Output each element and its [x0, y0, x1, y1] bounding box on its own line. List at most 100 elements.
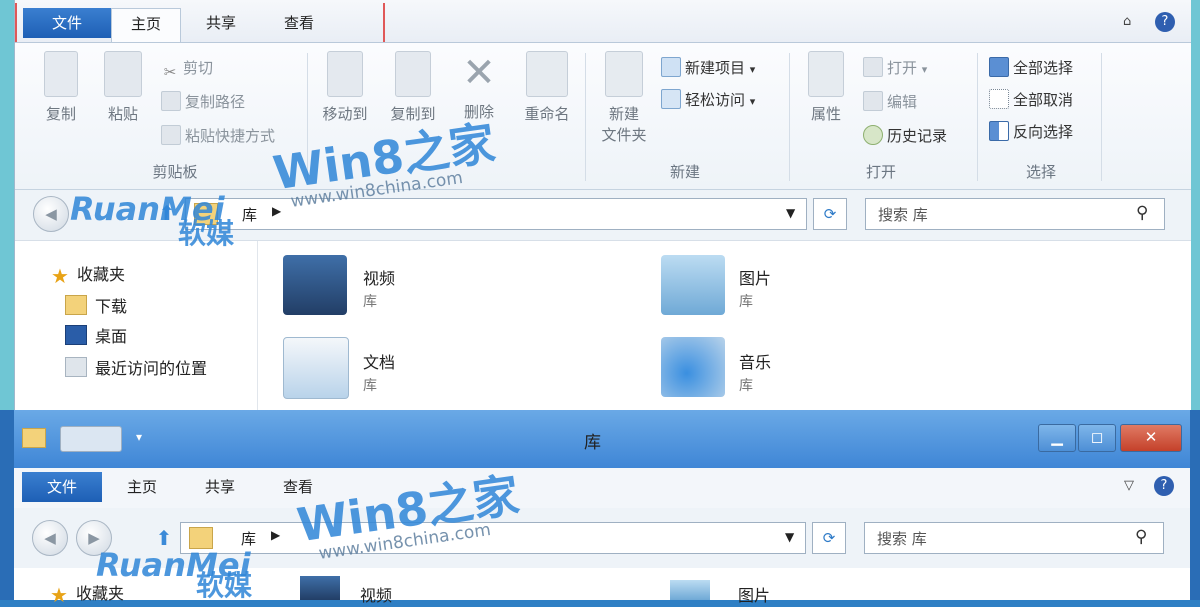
copy-to-button[interactable]: 复制到	[383, 51, 443, 124]
address-bar[interactable]: 库 ▶ ▼	[180, 522, 806, 554]
easy-access-button[interactable]: 轻松访问 ▾	[661, 89, 755, 110]
move-to-icon	[327, 51, 363, 97]
select-none-icon	[989, 89, 1009, 109]
back-button[interactable]: ◀	[32, 520, 68, 556]
explorer-folder-icon	[22, 428, 46, 448]
nav-item-desktop[interactable]: 桌面	[65, 323, 127, 347]
forward-button[interactable]: ▶	[76, 520, 112, 556]
search-placeholder: 搜索 库	[877, 530, 927, 548]
address-dropdown-icon[interactable]: ▼	[785, 530, 794, 544]
nav-item-favorites[interactable]: ★ 收藏夹	[51, 261, 125, 288]
paste-button[interactable]: 粘贴	[99, 51, 147, 124]
search-icon[interactable]: ⚲	[1135, 527, 1147, 547]
refresh-icon: ⟳	[823, 205, 837, 223]
easy-access-icon	[661, 89, 681, 109]
minimize-button[interactable]: ▁	[1038, 424, 1076, 452]
new-folder-icon	[605, 51, 643, 97]
video-library-icon	[300, 576, 340, 600]
select-none-button[interactable]: 全部取消	[989, 89, 1073, 110]
edit-button[interactable]: 编辑	[863, 91, 917, 112]
group-separator	[977, 53, 978, 181]
new-item-button[interactable]: 新建项目 ▾	[661, 57, 755, 78]
invert-selection-icon	[989, 121, 1009, 141]
video-library-icon	[283, 255, 347, 315]
maximize-button[interactable]: ◻	[1078, 424, 1116, 452]
back-button[interactable]: ◀	[33, 196, 69, 232]
ribbon-home: 复制 粘贴 ✂ 剪切 复制路径 粘贴快捷方式 剪贴板 移动到 复制到 ✕ 删除 …	[15, 42, 1191, 190]
tab-home[interactable]: 主页	[106, 472, 178, 502]
copy-button[interactable]: 复制	[37, 51, 85, 124]
address-dropdown-icon[interactable]: ▼	[786, 206, 795, 220]
picture-library-icon	[661, 255, 725, 315]
library-folder-icon	[194, 203, 218, 225]
close-icon: ✕	[1144, 428, 1158, 446]
library-item-videos[interactable]: 视频	[360, 582, 392, 606]
copy-icon	[44, 51, 78, 97]
minimize-ribbon-icon[interactable]: ⌂	[1123, 14, 1139, 30]
tab-file[interactable]: 文件	[22, 472, 102, 502]
up-arrow-icon[interactable]: ⬆	[153, 194, 181, 232]
star-icon: ★	[50, 583, 68, 607]
paste-icon	[104, 51, 142, 97]
invert-selection-button[interactable]: 反向选择	[989, 121, 1073, 142]
breadcrumb-library[interactable]: 库	[242, 204, 257, 225]
expand-ribbon-icon[interactable]: ▽	[1124, 478, 1134, 493]
library-folder-icon	[189, 527, 213, 549]
back-arrow-icon: ◀	[45, 205, 57, 223]
history-button[interactable]: 历史记录	[863, 125, 947, 146]
properties-icon	[808, 51, 844, 97]
nav-item-recent-places[interactable]: 最近访问的位置	[65, 355, 207, 379]
search-box[interactable]: 搜索 库 ⚲	[865, 198, 1165, 230]
move-to-button[interactable]: 移动到	[315, 51, 375, 124]
search-icon[interactable]: ⚲	[1136, 203, 1148, 223]
address-bar[interactable]: 库 ▶ ▼	[185, 198, 807, 230]
up-arrow-icon[interactable]: ⬆	[150, 520, 178, 556]
navigation-bar: ◀ ⬆ 库 ▶ ▼ ⟳ 搜索 库 ⚲	[15, 190, 1191, 240]
ribbon-tab-bar: 文件 主页 共享 查看 ⌂ ?	[15, 0, 1191, 87]
rename-icon	[526, 51, 568, 97]
copy-to-icon	[395, 51, 431, 97]
new-folder-button[interactable]: 新建 文件夹	[593, 51, 655, 145]
top-window-frame: 文件 主页 共享 查看 ⌂ ? 复制 粘贴 ✂ 剪切 复制路径 粘贴快捷方式 剪…	[14, 0, 1191, 410]
search-box[interactable]: 搜索 库 ⚲	[864, 522, 1164, 554]
tab-view[interactable]: 查看	[262, 472, 334, 502]
scissors-icon: ✂	[163, 63, 177, 81]
edit-icon	[863, 91, 883, 111]
refresh-button[interactable]: ⟳	[813, 198, 847, 230]
copy-path-button[interactable]: 复制路径	[161, 91, 245, 112]
desktop-icon	[65, 325, 87, 345]
document-library-icon	[283, 337, 349, 399]
nav-item-downloads[interactable]: 下载	[65, 293, 127, 317]
delete-x-icon: ✕	[462, 50, 496, 96]
open-icon	[863, 57, 883, 77]
chevron-down-icon: ▾	[749, 63, 756, 76]
downloads-folder-icon	[65, 295, 87, 315]
help-icon[interactable]: ?	[1155, 12, 1175, 32]
cut-button[interactable]: ✂ 剪切	[161, 57, 213, 81]
rename-button[interactable]: 重命名	[515, 51, 579, 124]
quick-access-dropdown-icon[interactable]: ▾	[136, 430, 142, 444]
group-label-clipboard: 剪贴板	[152, 163, 198, 181]
window-title-bar: ▾ 库 ▁ ◻ ✕	[14, 410, 1190, 468]
group-separator	[585, 53, 586, 181]
bottom-content-area: ★ 收藏夹 视频 图片	[14, 568, 1190, 607]
paste-shortcut-icon	[161, 125, 181, 145]
breadcrumb-library[interactable]: 库	[241, 528, 256, 549]
nav-item-favorites[interactable]: ★ 收藏夹	[50, 580, 124, 607]
help-icon[interactable]: ?	[1154, 476, 1174, 496]
picture-library-icon	[670, 580, 710, 600]
paste-shortcut-button[interactable]: 粘贴快捷方式	[161, 125, 275, 146]
group-separator	[1101, 53, 1102, 181]
tab-share[interactable]: 共享	[184, 472, 256, 502]
breadcrumb-chevron-icon[interactable]: ▶	[272, 204, 281, 218]
select-all-button[interactable]: 全部选择	[989, 57, 1073, 78]
refresh-button[interactable]: ⟳	[812, 522, 846, 554]
library-item-pictures[interactable]: 图片	[738, 582, 770, 606]
close-button[interactable]: ✕	[1120, 424, 1182, 452]
quick-access-toolbar[interactable]	[60, 426, 122, 452]
breadcrumb-chevron-icon[interactable]: ▶	[271, 528, 280, 542]
properties-button[interactable]: 属性	[801, 51, 851, 124]
open-button[interactable]: 打开 ▾	[863, 57, 927, 78]
select-all-icon	[989, 57, 1009, 77]
delete-button[interactable]: ✕ 删除	[453, 51, 505, 122]
